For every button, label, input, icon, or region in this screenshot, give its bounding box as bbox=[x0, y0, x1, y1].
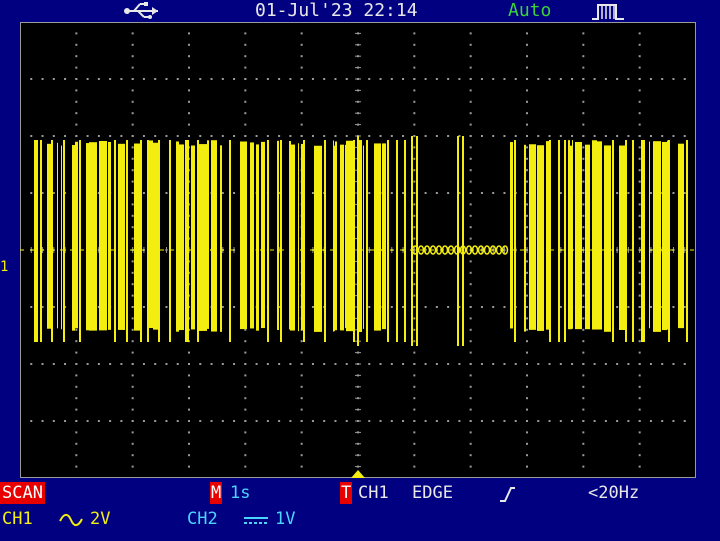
waveform-area: 1 bbox=[0, 22, 720, 478]
trigger-source: CH1 bbox=[358, 483, 389, 503]
acquisition-mode: SCAN bbox=[0, 482, 45, 504]
trigger-mode: Auto bbox=[508, 0, 552, 21]
usb-icon bbox=[124, 2, 158, 19]
trigger-marker: T bbox=[340, 482, 353, 504]
ch1-level-marker: 1 bbox=[0, 259, 9, 275]
ch2-scale: 1V bbox=[275, 509, 296, 529]
trigger-frequency: <20Hz bbox=[588, 483, 640, 503]
rising-edge-icon bbox=[500, 487, 515, 502]
ac-coupling-icon bbox=[59, 513, 83, 527]
status-bar: 01-Jul'23 22:14 Auto bbox=[0, 0, 720, 22]
trigger-type: EDGE bbox=[412, 483, 453, 503]
plot-grid bbox=[20, 22, 696, 478]
ch1-trace bbox=[20, 136, 696, 346]
ch1-scale: 2V bbox=[90, 509, 111, 529]
status-panel: SCAN M 1s T CH1 EDGE <20Hz CH1 2V CH2 1V bbox=[0, 478, 720, 541]
timebase-value: 1s bbox=[230, 483, 251, 503]
datetime-display: 01-Jul'23 22:14 bbox=[255, 0, 418, 21]
ch2-label: CH2 bbox=[187, 509, 218, 529]
ch1-label: CH1 bbox=[2, 509, 33, 529]
trigger-running-icon bbox=[592, 4, 624, 20]
timebase-marker: M bbox=[210, 482, 223, 504]
dc-coupling-icon bbox=[244, 517, 268, 524]
